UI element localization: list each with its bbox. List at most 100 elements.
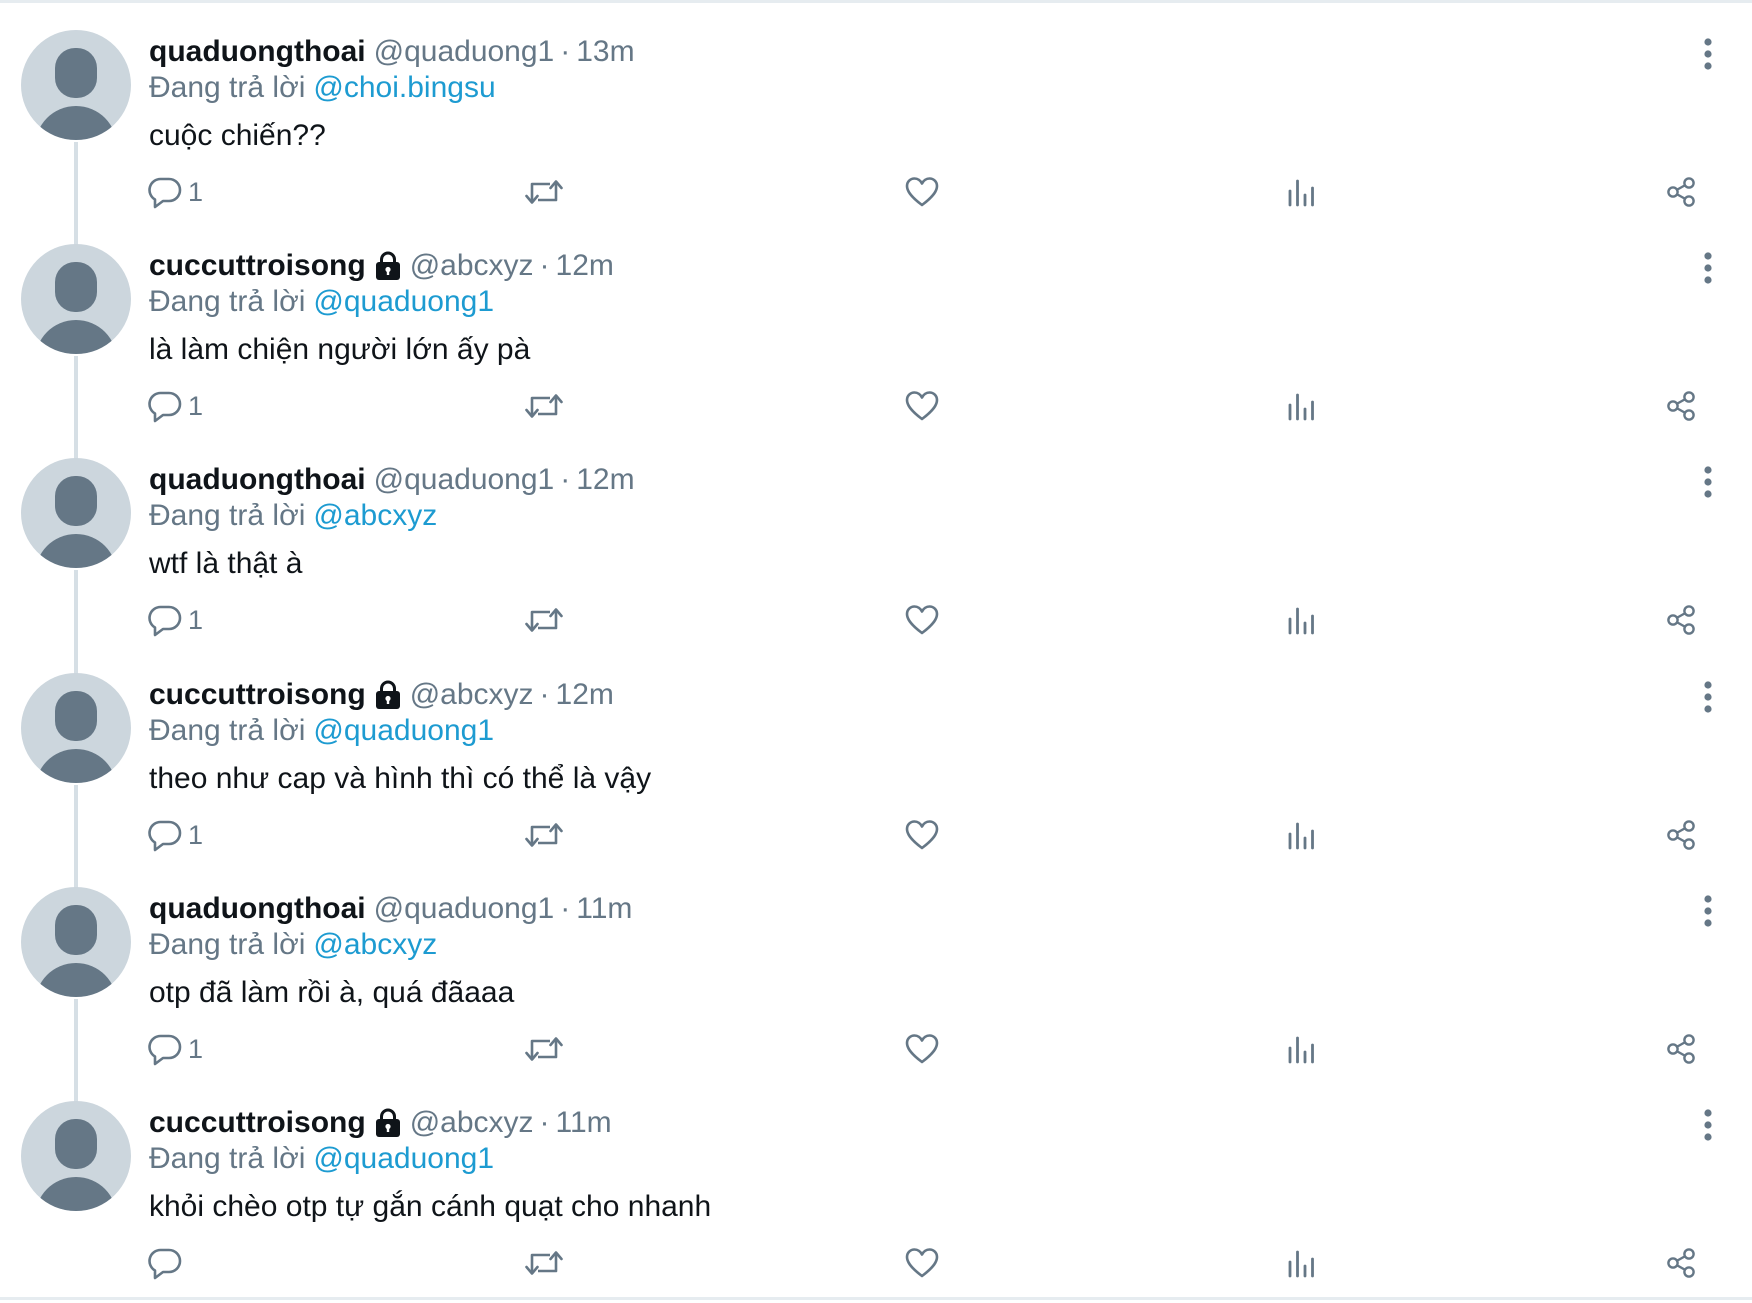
tweet[interactable]: cuccuttroisong @abcxyz · 11m Đang trả lờ…: [0, 1071, 1752, 1285]
vertical-dots-icon[interactable]: [1690, 891, 1726, 931]
share-button[interactable]: [1664, 1243, 1698, 1283]
speech-bubble-icon: [148, 818, 182, 852]
view-stats-button[interactable]: [1286, 1029, 1316, 1069]
tweet[interactable]: quaduongthoai @quaduong1 · 11m Đang trả …: [0, 857, 1752, 1103]
display-name[interactable]: cuccuttroisong: [149, 1103, 366, 1143]
replying-to-label: Đang trả lời: [149, 499, 306, 532]
replying-to: Đang trả lời @quaduong1: [149, 282, 494, 322]
retweet-button[interactable]: [524, 815, 564, 855]
bar-chart-icon: [1286, 1246, 1316, 1280]
replying-to: Đang trả lời @abcxyz: [149, 925, 437, 965]
share-button[interactable]: [1664, 386, 1698, 426]
tweet[interactable]: quaduongthoai @quaduong1 · 13m Đang trả …: [0, 0, 1752, 246]
retweet-button[interactable]: [524, 1243, 564, 1283]
display-name[interactable]: quaduongthoai: [149, 460, 366, 500]
retweet-button[interactable]: [524, 172, 564, 212]
tweet-text: khỏi chèo otp tự gắn cánh quạt cho nhanh: [149, 1190, 712, 1223]
default-avatar-icon[interactable]: [21, 887, 131, 997]
replying-to-link[interactable]: @abcxyz: [313, 928, 437, 961]
reply-button[interactable]: 1: [148, 1029, 203, 1069]
display-name[interactable]: quaduongthoai: [149, 32, 366, 72]
speech-bubble-icon: [148, 389, 182, 423]
like-button[interactable]: [904, 1029, 940, 1069]
reply-button[interactable]: 1: [148, 172, 203, 212]
timestamp[interactable]: 12m: [576, 460, 634, 500]
retweet-button[interactable]: [524, 1029, 564, 1069]
replying-to: Đang trả lời @quaduong1: [149, 711, 494, 751]
share-button[interactable]: [1664, 815, 1698, 855]
timestamp[interactable]: 12m: [556, 246, 614, 286]
speech-bubble-icon: [148, 1246, 182, 1280]
share-button[interactable]: [1664, 600, 1698, 640]
tweet-text: theo như cap và hình thì có thể là vậy: [149, 762, 652, 795]
reply-count: 1: [188, 390, 204, 421]
like-button[interactable]: [904, 386, 940, 426]
bottom-divider: [0, 1297, 1752, 1300]
timestamp[interactable]: 12m: [556, 675, 614, 715]
default-avatar-icon[interactable]: [21, 673, 131, 783]
retweet-arrows-icon: [524, 1246, 564, 1280]
user-handle[interactable]: @quaduong1: [374, 889, 555, 929]
view-stats-button[interactable]: [1286, 600, 1316, 640]
vertical-dots-icon[interactable]: [1690, 1105, 1726, 1145]
view-stats-button[interactable]: [1286, 172, 1316, 212]
action-bar: 1: [0, 600, 1752, 640]
display-name[interactable]: cuccuttroisong: [149, 675, 366, 715]
user-handle[interactable]: @quaduong1: [374, 32, 555, 72]
replying-to-link[interactable]: @quaduong1: [313, 714, 494, 747]
replying-to: Đang trả lời @abcxyz: [149, 496, 437, 536]
like-button[interactable]: [904, 815, 940, 855]
timestamp[interactable]: 11m: [576, 889, 632, 929]
view-stats-button[interactable]: [1286, 815, 1316, 855]
replying-to-label: Đang trả lời: [149, 71, 306, 104]
vertical-dots-icon[interactable]: [1690, 462, 1726, 502]
tweet-text: cuộc chiến??: [149, 119, 326, 152]
vertical-dots-icon[interactable]: [1690, 34, 1726, 74]
share-nodes-icon: [1664, 1246, 1698, 1280]
like-button[interactable]: [904, 172, 940, 212]
bar-chart-icon: [1286, 175, 1316, 209]
tweet[interactable]: cuccuttroisong @abcxyz · 12m Đang trả lờ…: [0, 214, 1752, 460]
retweet-button[interactable]: [524, 600, 564, 640]
user-handle[interactable]: @abcxyz: [410, 246, 534, 286]
heart-icon: [904, 389, 940, 423]
share-button[interactable]: [1664, 172, 1698, 212]
replying-to-link[interactable]: @quaduong1: [313, 1142, 494, 1175]
tweet-header: cuccuttroisong @abcxyz · 12m: [149, 675, 614, 715]
timestamp[interactable]: 13m: [576, 32, 634, 72]
replying-to-link[interactable]: @choi.bingsu: [313, 71, 495, 104]
timestamp[interactable]: 11m: [556, 1103, 612, 1143]
reply-button[interactable]: 1: [148, 386, 203, 426]
replying-to-link[interactable]: @quaduong1: [313, 285, 494, 318]
replying-to-label: Đang trả lời: [149, 285, 306, 318]
default-avatar-icon[interactable]: [21, 244, 131, 354]
retweet-button[interactable]: [524, 386, 564, 426]
bar-chart-icon: [1286, 603, 1316, 637]
vertical-dots-icon[interactable]: [1690, 248, 1726, 288]
default-avatar-icon[interactable]: [21, 458, 131, 568]
replying-to-link[interactable]: @abcxyz: [313, 499, 437, 532]
default-avatar-icon[interactable]: [21, 30, 131, 140]
user-handle[interactable]: @quaduong1: [374, 460, 555, 500]
user-handle[interactable]: @abcxyz: [410, 1103, 534, 1143]
tweet[interactable]: quaduongthoai @quaduong1 · 12m Đang trả …: [0, 428, 1752, 674]
display-name[interactable]: cuccuttroisong: [149, 246, 366, 286]
reply-button[interactable]: 1: [148, 600, 203, 640]
reply-button[interactable]: 1: [148, 815, 203, 855]
display-name[interactable]: quaduongthoai: [149, 889, 366, 929]
tweet[interactable]: cuccuttroisong @abcxyz · 12m Đang trả lờ…: [0, 643, 1752, 889]
reply-button[interactable]: [148, 1243, 188, 1283]
vertical-dots-icon[interactable]: [1690, 677, 1726, 717]
view-stats-button[interactable]: [1286, 386, 1316, 426]
separator-dot: ·: [560, 892, 571, 925]
user-handle[interactable]: @abcxyz: [410, 675, 534, 715]
default-avatar-icon[interactable]: [21, 1101, 131, 1211]
like-button[interactable]: [904, 1243, 940, 1283]
like-button[interactable]: [904, 600, 940, 640]
view-stats-button[interactable]: [1286, 1243, 1316, 1283]
heart-icon: [904, 603, 940, 637]
separator-dot: ·: [560, 463, 571, 496]
share-nodes-icon: [1664, 603, 1698, 637]
bar-chart-icon: [1286, 389, 1316, 423]
share-button[interactable]: [1664, 1029, 1698, 1069]
